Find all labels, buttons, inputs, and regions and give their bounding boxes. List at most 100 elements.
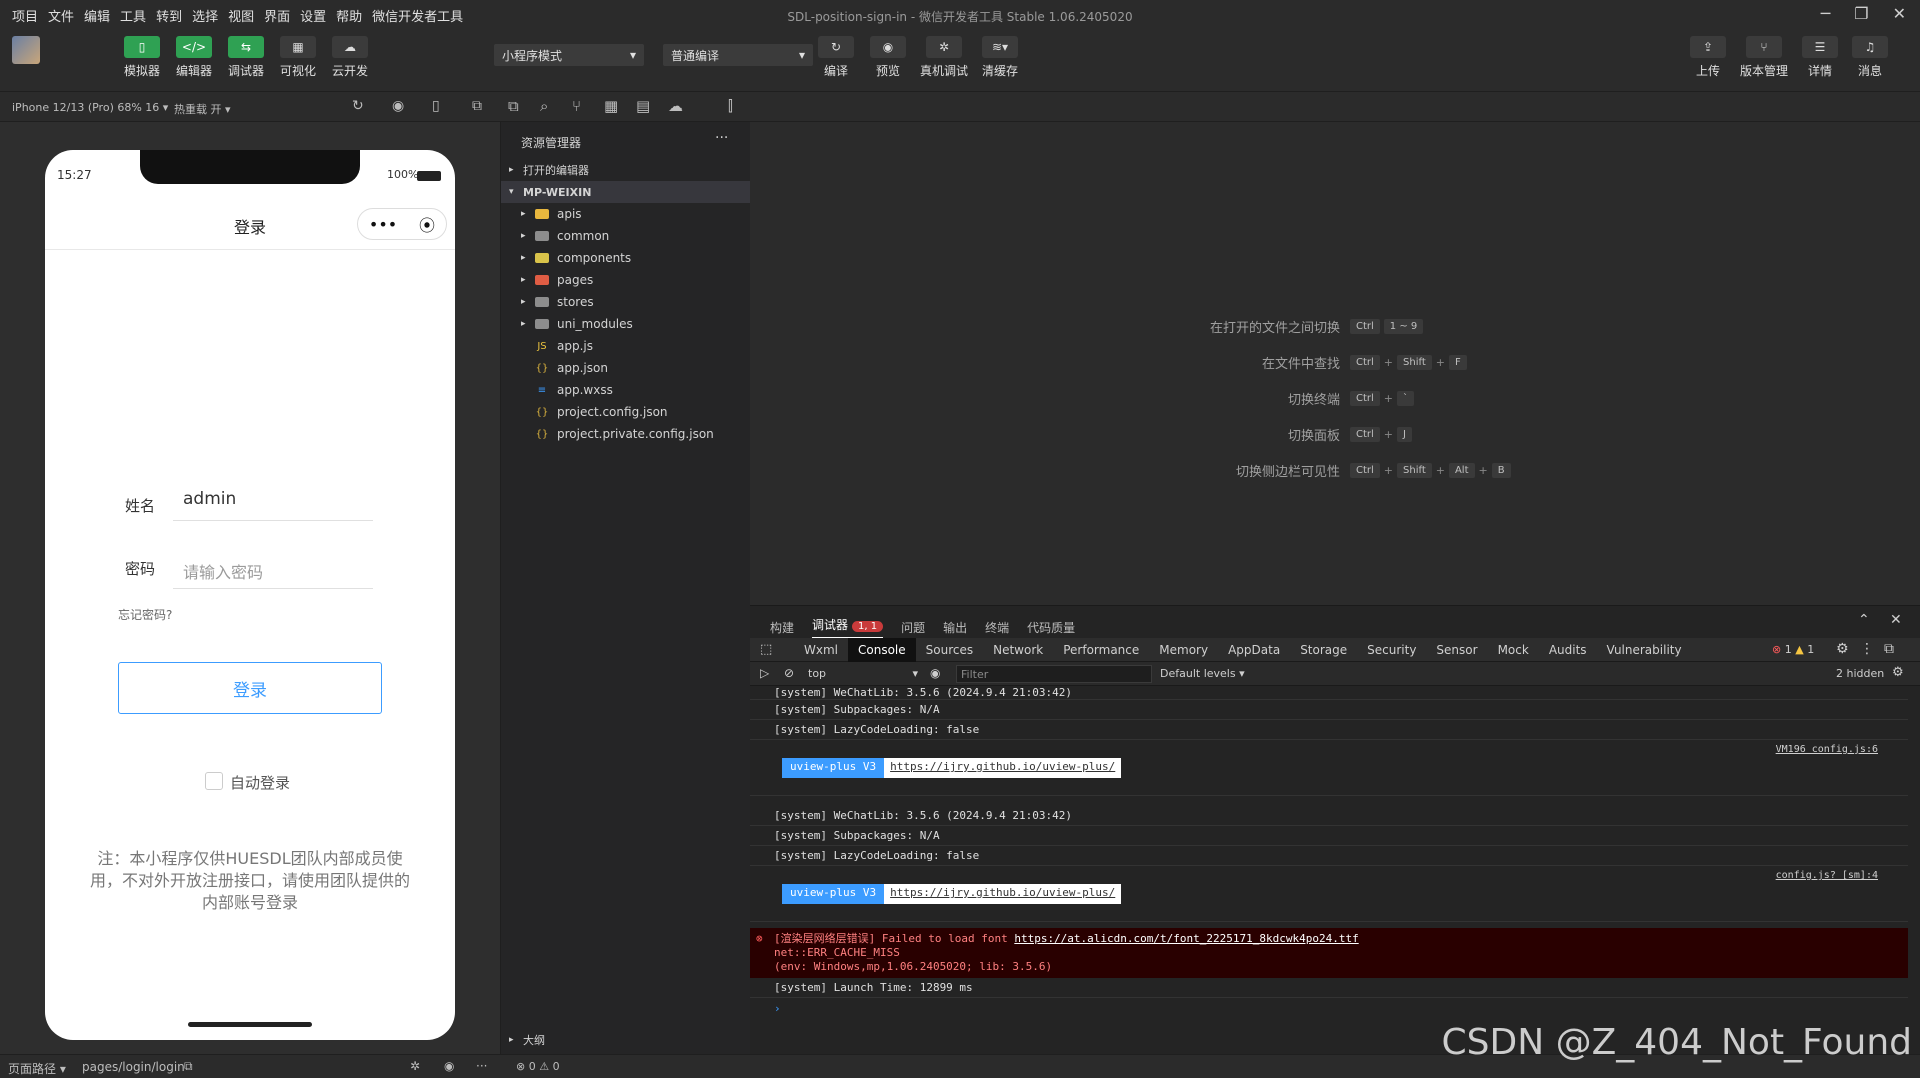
eye-icon[interactable]: ◉ (930, 666, 940, 680)
root-folder[interactable]: ▾ MP-WEIXIN (501, 181, 750, 203)
folder-item[interactable]: ▸ common (521, 225, 714, 247)
close-icon[interactable]: ✕ (1893, 4, 1906, 23)
eye-icon[interactable]: ◉ (444, 1059, 454, 1073)
clear-cache-button[interactable]: ≋▾ 清缓存 (978, 36, 1022, 79)
more-icon[interactable]: ··· (715, 130, 728, 146)
sidebar-toggle-icon[interactable]: ▷ (760, 666, 769, 680)
restore-icon[interactable]: ❐ (1854, 4, 1868, 23)
phone-icon[interactable]: ▯ (432, 98, 440, 114)
tab-security[interactable]: Security (1357, 638, 1426, 662)
folder-item[interactable]: ▸ components (521, 247, 714, 269)
git-icon[interactable]: ⑂ (572, 97, 581, 115)
popout-icon[interactable]: ⧉ (472, 98, 482, 114)
files-icon[interactable]: ⧉ (508, 97, 519, 115)
storage-icon[interactable]: ▤ (636, 97, 650, 115)
details-button[interactable]: ☰ 详情 (1798, 36, 1842, 79)
folder-item[interactable]: ▸ stores (521, 291, 714, 313)
outline-section[interactable]: ▸ 大纲 (509, 1029, 545, 1051)
compile-button[interactable]: ↻ 编译 (814, 36, 858, 79)
folder-item[interactable]: ▸ uni_modules (521, 313, 714, 335)
hot-reload-toggle[interactable]: 热重载 开 ▾ (174, 101, 231, 117)
copy-icon[interactable]: ⧉ (184, 1059, 193, 1074)
stop-icon[interactable]: ◉ (392, 98, 404, 114)
device-select[interactable]: iPhone 12/13 (Pro) 68% 16 ▾ (12, 101, 168, 114)
version-button[interactable]: ⑂ 版本管理 (1736, 36, 1792, 79)
open-editors-section[interactable]: ▸ 打开的编辑器 (509, 159, 589, 181)
tab-console[interactable]: Console (848, 638, 916, 662)
file-item[interactable]: {} project.private.config.json (521, 423, 714, 445)
remote-debug-button[interactable]: ✲ 真机调试 (918, 36, 970, 79)
tab-debugger[interactable]: 调试器 1, 1 (812, 616, 884, 639)
tab-memory[interactable]: Memory (1149, 638, 1218, 662)
refresh-icon[interactable]: ↻ (352, 98, 364, 114)
tab-appdata[interactable]: AppData (1218, 638, 1290, 662)
password-input[interactable]: 请输入密码 (173, 553, 373, 589)
tab-network[interactable]: Network (983, 638, 1053, 662)
search-icon[interactable]: ⌕ (540, 97, 548, 115)
tab-code-quality[interactable]: 代码质量 (1027, 619, 1075, 636)
chevron-up-icon[interactable]: ⌃ (1858, 612, 1870, 628)
extensions-icon[interactable]: ▦ (604, 97, 618, 115)
source-link[interactable]: VM196 config.js:6 (1776, 744, 1878, 755)
filter-input[interactable]: Filter (956, 665, 1152, 683)
file-item[interactable]: JS app.js (521, 335, 714, 357)
file-item[interactable]: ≡ app.wxss (521, 379, 714, 401)
forgot-password-link[interactable]: 忘记密码? (118, 606, 172, 623)
more-icon[interactable]: ••• (369, 215, 397, 234)
close-circle-icon[interactable]: ⦿ (419, 212, 435, 236)
uview-link[interactable]: https://ijry.github.io/uview-plus/ (884, 884, 1122, 904)
minimize-icon[interactable]: ─ (1821, 4, 1831, 23)
error-count[interactable]: ⊗ 1 ▲ 1 (1772, 643, 1814, 656)
tab-storage[interactable]: Storage (1290, 638, 1357, 662)
tab-performance[interactable]: Performance (1053, 638, 1149, 662)
undock-icon[interactable]: ⧉ (1884, 641, 1894, 657)
tab-audits[interactable]: Audits (1539, 638, 1597, 662)
console-prompt[interactable]: › (750, 998, 1908, 1018)
name-label: 姓名 (125, 497, 156, 515)
bug-icon[interactable]: ✲ (410, 1059, 420, 1073)
folder-item[interactable]: ▸ apis (521, 203, 714, 225)
gear-icon[interactable]: ⚙ (1892, 665, 1904, 680)
file-item[interactable]: {} app.json (521, 357, 714, 379)
font-url-link[interactable]: https://at.alicdn.com/t/font_2225171_8kd… (1014, 932, 1358, 945)
tab-vulnerability[interactable]: Vulnerability (1597, 638, 1692, 662)
login-button[interactable]: 登录 (118, 662, 382, 714)
more-icon[interactable]: ··· (476, 1059, 487, 1073)
tab-problems[interactable]: 问题 (901, 619, 925, 636)
folder-item[interactable]: ▸ pages (521, 269, 714, 291)
avatar[interactable] (12, 36, 40, 64)
messages-button[interactable]: ♫ 消息 (1848, 36, 1892, 79)
tab-build[interactable]: 构建 (770, 619, 794, 636)
editor-button[interactable]: </> 编辑器 (172, 36, 216, 79)
tab-sensor[interactable]: Sensor (1426, 638, 1487, 662)
problems-count[interactable]: ⊗ 0 ⚠ 0 (516, 1060, 560, 1073)
simulator-button[interactable]: ▯ 模拟器 (120, 36, 164, 79)
visualize-button[interactable]: ▦ 可视化 (276, 36, 320, 79)
inspect-icon[interactable]: ⬚ (760, 642, 772, 657)
tab-terminal[interactable]: 终端 (985, 619, 1009, 636)
compile-select[interactable]: 普通编译 ▾ (663, 44, 813, 66)
clear-console-icon[interactable]: ⊘ (784, 666, 794, 680)
split-icon[interactable]: ⫿ (728, 97, 733, 115)
tab-sources[interactable]: Sources (916, 638, 983, 662)
file-item[interactable]: {} project.config.json (521, 401, 714, 423)
tab-mock[interactable]: Mock (1488, 638, 1539, 662)
uview-link[interactable]: https://ijry.github.io/uview-plus/ (884, 758, 1122, 778)
levels-select[interactable]: Default levels ▾ (1160, 667, 1245, 680)
tab-wxml[interactable]: Wxml (794, 638, 848, 662)
auto-login-checkbox[interactable] (205, 772, 223, 790)
name-input[interactable]: admin (173, 485, 373, 521)
close-icon[interactable]: ✕ (1890, 612, 1902, 628)
context-select[interactable]: top ▾ (804, 665, 922, 683)
upload-button[interactable]: ⇪ 上传 (1686, 36, 1730, 79)
page-path-label[interactable]: 页面路径 ▾ (8, 1060, 66, 1077)
kebab-icon[interactable]: ⋮ (1860, 641, 1874, 657)
preview-button[interactable]: ◉ 预览 (866, 36, 910, 79)
tab-output[interactable]: 输出 (943, 619, 967, 636)
gear-icon[interactable]: ⚙ (1836, 641, 1849, 657)
source-link[interactable]: config.js? [sm]:4 (1776, 870, 1878, 881)
mode-select[interactable]: 小程序模式 ▾ (494, 44, 644, 66)
cloud-button[interactable]: ☁ 云开发 (328, 36, 372, 79)
cloud-icon[interactable]: ☁ (668, 97, 683, 115)
debugger-button[interactable]: ⇆ 调试器 (224, 36, 268, 79)
